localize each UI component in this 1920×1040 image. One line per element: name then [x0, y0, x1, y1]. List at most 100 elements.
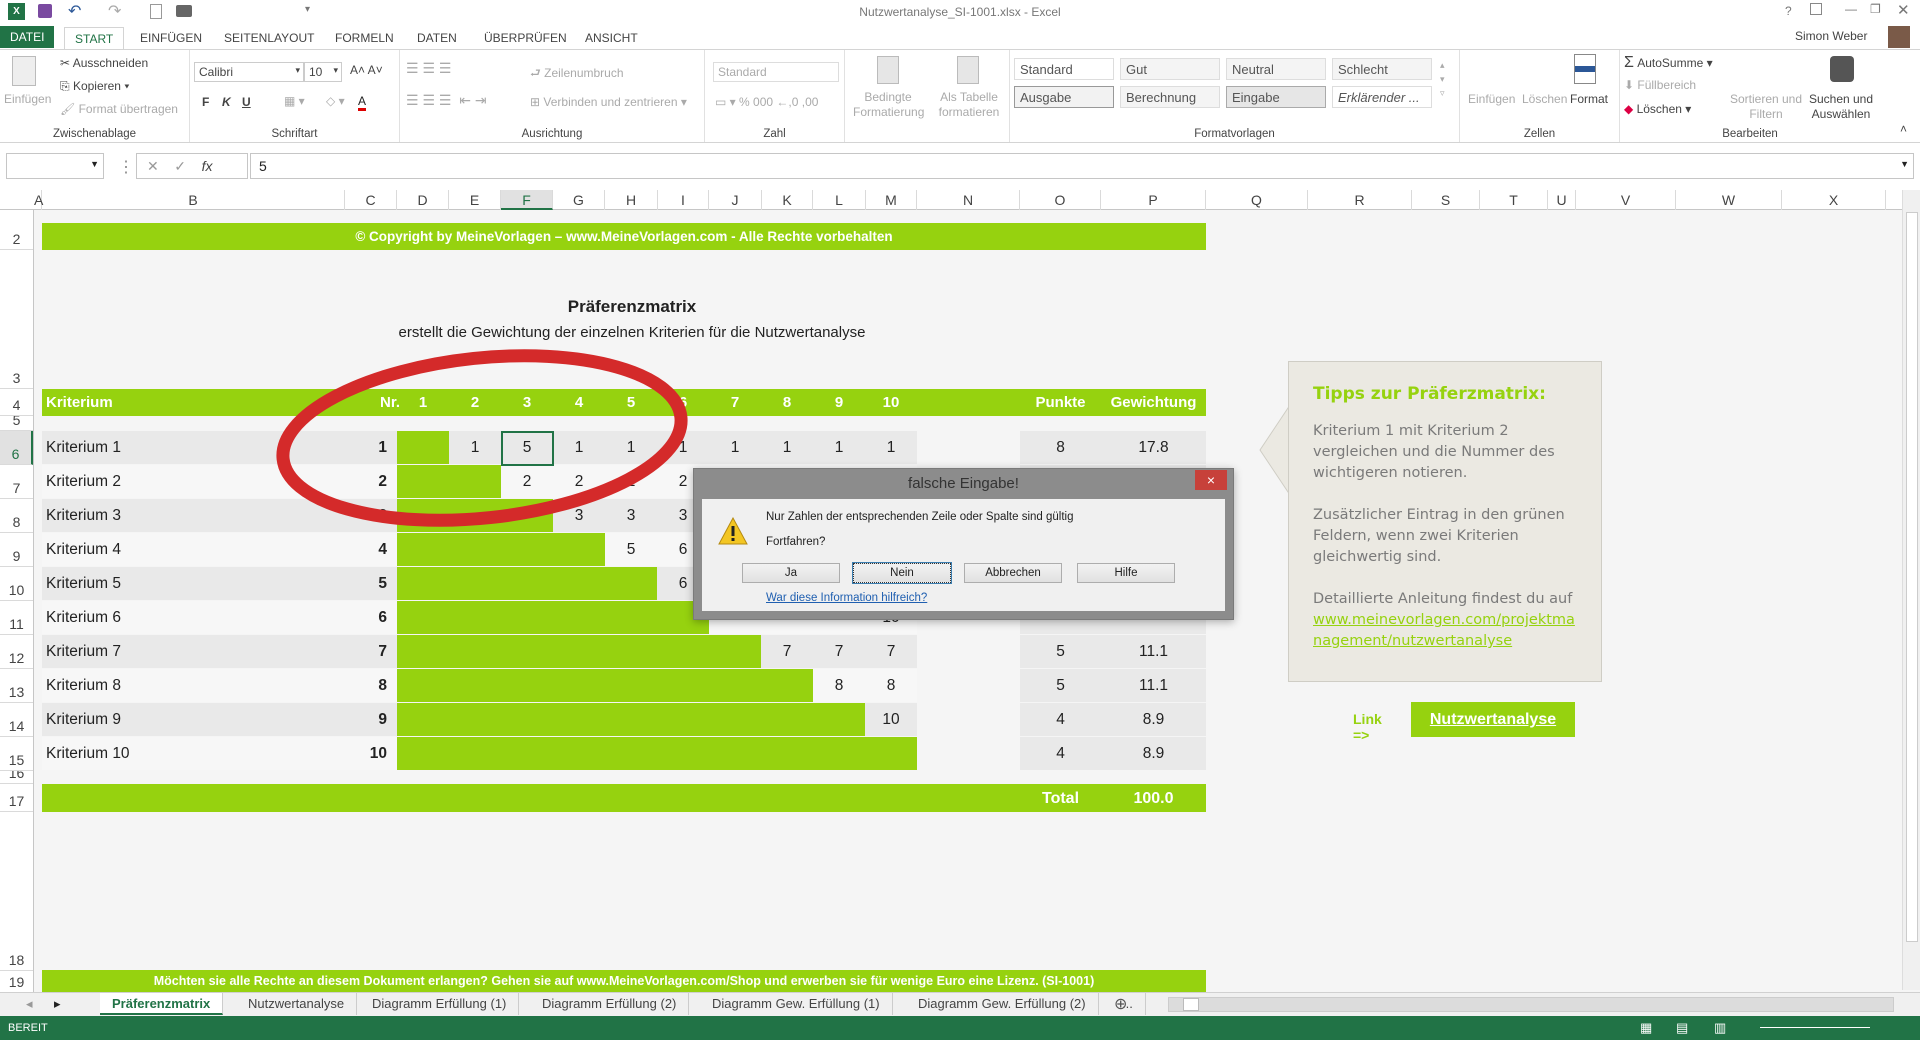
- column-header-c[interactable]: C: [345, 190, 397, 210]
- percent-button[interactable]: ▭ ▾ % 000 ←,0 ,00: [715, 95, 818, 109]
- row-header-14[interactable]: 14: [0, 703, 33, 737]
- wrap-text-button[interactable]: ⮐ Zeilenumbruch: [530, 64, 624, 85]
- normal-view-icon[interactable]: ▦: [1640, 1016, 1652, 1040]
- next-sheet-icon[interactable]: ▸: [54, 996, 61, 1012]
- matrix-cell[interactable]: 1: [761, 431, 813, 465]
- diagonal-green-fill[interactable]: [397, 601, 709, 634]
- matrix-cell[interactable]: 8: [813, 669, 865, 703]
- conditional-format-button[interactable]: Bedingte Formatierung: [853, 90, 924, 120]
- copy-button[interactable]: ⎘ Kopieren ▾: [60, 79, 129, 94]
- row-header-15[interactable]: 15: [0, 737, 33, 771]
- style-ausgabe[interactable]: Ausgabe: [1014, 86, 1114, 108]
- tab-formeln[interactable]: FORMELN: [325, 27, 404, 49]
- tab-ueberpruefen[interactable]: ÜBERPRÜFEN: [474, 27, 577, 49]
- underline-button[interactable]: U: [242, 95, 251, 109]
- bold-button[interactable]: F: [202, 95, 209, 109]
- license-band[interactable]: Möchten sie alle Rechte an diesem Dokume…: [42, 970, 1206, 992]
- italic-button[interactable]: K: [222, 95, 231, 109]
- column-header-e[interactable]: E: [449, 190, 501, 210]
- cancel-icon[interactable]: ✕: [147, 158, 159, 174]
- column-header-f[interactable]: F: [501, 190, 553, 210]
- diagonal-green-fill[interactable]: [397, 635, 761, 668]
- vertical-scrollbar[interactable]: [1902, 190, 1920, 990]
- column-header-a[interactable]: A: [34, 190, 43, 210]
- name-box[interactable]: ▼: [6, 153, 104, 179]
- column-header-p[interactable]: P: [1101, 190, 1206, 210]
- row-header-2[interactable]: 2: [0, 210, 33, 250]
- column-header-m[interactable]: M: [866, 190, 917, 210]
- tab-seitenlayout[interactable]: SEITENLAYOUT: [214, 27, 324, 49]
- column-header-i[interactable]: I: [658, 190, 709, 210]
- zoom-slider[interactable]: [1760, 1027, 1870, 1028]
- row-header-8[interactable]: 8: [0, 499, 33, 533]
- style-standard[interactable]: Standard: [1014, 58, 1114, 80]
- sheet-tab[interactable]: Nutzwertanalyse: [236, 993, 358, 1015]
- column-header-d[interactable]: D: [397, 190, 449, 210]
- collapse-ribbon-icon[interactable]: ˄: [1900, 122, 1907, 136]
- user-name[interactable]: Simon Weber: [1795, 29, 1867, 43]
- page-break-view-icon[interactable]: ▥: [1714, 1016, 1726, 1040]
- column-header-r[interactable]: R: [1308, 190, 1412, 210]
- row-header-19[interactable]: 19: [0, 971, 33, 993]
- nutzwertanalyse-link-button[interactable]: Nutzwertanalyse: [1411, 702, 1575, 737]
- column-header-n[interactable]: N: [917, 190, 1020, 210]
- tab-start[interactable]: START: [64, 27, 125, 49]
- insert-cells-button[interactable]: Einfügen: [1468, 92, 1515, 106]
- matrix-cell[interactable]: 1: [865, 431, 917, 465]
- column-header-k[interactable]: K: [762, 190, 813, 210]
- find-select-button[interactable]: Suchen und Auswählen: [1805, 92, 1877, 122]
- horizontal-align-icons[interactable]: ☰ ☰ ☰ ⇤ ⇥: [406, 92, 487, 109]
- help-button[interactable]: ?: [1785, 4, 1792, 18]
- restore-button[interactable]: ❐: [1870, 2, 1881, 16]
- sheet-tab[interactable]: Diagramm Gew. Erfüllung (2): [906, 993, 1099, 1015]
- matrix-cell[interactable]: 1: [813, 431, 865, 465]
- sheet-tab[interactable]: Diagramm Erfüllung (2): [530, 993, 690, 1015]
- tab-ansicht[interactable]: ANSICHT: [575, 27, 648, 49]
- horizontal-scrollbar[interactable]: [1168, 997, 1894, 1012]
- font-color-icon[interactable]: A: [358, 94, 367, 111]
- cut-button[interactable]: ✂ Ausschneiden: [60, 56, 148, 70]
- column-header-o[interactable]: O: [1020, 190, 1101, 210]
- matrix-cell[interactable]: 7: [761, 635, 813, 669]
- clear-button[interactable]: ◆ Löschen ▾: [1624, 102, 1691, 116]
- row-header-13[interactable]: 13: [0, 669, 33, 703]
- column-header-s[interactable]: S: [1412, 190, 1480, 210]
- enter-icon[interactable]: ✓: [174, 158, 186, 174]
- fill-button[interactable]: ⬇ Füllbereich: [1624, 78, 1696, 92]
- matrix-cell[interactable]: 7: [865, 635, 917, 669]
- row-header-7[interactable]: 7: [0, 465, 33, 499]
- row-header-3[interactable]: 3: [0, 250, 33, 389]
- diagonal-green-fill[interactable]: [397, 703, 865, 736]
- style-schlecht[interactable]: Schlecht: [1332, 58, 1432, 80]
- row-header-4[interactable]: 4: [0, 389, 33, 416]
- row-header-9[interactable]: 9: [0, 533, 33, 567]
- style-neutral[interactable]: Neutral: [1226, 58, 1326, 80]
- row-header-6[interactable]: 6: [0, 431, 33, 465]
- close-window-button[interactable]: ✕: [1897, 1, 1910, 19]
- style-eingabe[interactable]: Eingabe: [1226, 86, 1326, 108]
- number-format-select[interactable]: Standard: [713, 62, 839, 82]
- tips-link[interactable]: www.meinevorlagen.com/projektmanagement/…: [1313, 610, 1577, 652]
- style-erklaerender[interactable]: Erklärender ...: [1332, 86, 1432, 108]
- format-cells-button[interactable]: Format: [1570, 92, 1608, 106]
- format-as-table-button[interactable]: Als Tabelle formatieren: [933, 90, 1005, 120]
- matrix-cell[interactable]: 7: [813, 635, 865, 669]
- column-header-v[interactable]: V: [1576, 190, 1676, 210]
- column-header-t[interactable]: T: [1480, 190, 1548, 210]
- sheet-tab[interactable]: Präferenzmatrix: [100, 993, 224, 1015]
- format-painter-button[interactable]: 🖌 Format übertragen: [60, 102, 178, 116]
- no-button[interactable]: Nein: [852, 562, 952, 584]
- prev-sheet-icon[interactable]: ◂: [26, 996, 33, 1012]
- border-icon[interactable]: ▦ ▾: [284, 94, 305, 108]
- cancel-button[interactable]: Abbrechen: [964, 563, 1062, 583]
- row-header-5[interactable]: 5: [0, 416, 33, 431]
- font-size-select[interactable]: 10 ▾: [304, 62, 342, 82]
- scroll-thumb[interactable]: [1906, 212, 1918, 942]
- add-sheet-icon[interactable]: ⊕: [1114, 994, 1127, 1014]
- help-button[interactable]: Hilfe: [1077, 563, 1175, 583]
- column-header-w[interactable]: W: [1676, 190, 1782, 210]
- column-header-l[interactable]: L: [813, 190, 866, 210]
- grow-font-icon[interactable]: A˄ A˅: [350, 63, 383, 77]
- column-header-b[interactable]: B: [42, 190, 345, 210]
- autosum-button[interactable]: Σ AutoSumme ▾: [1624, 54, 1713, 72]
